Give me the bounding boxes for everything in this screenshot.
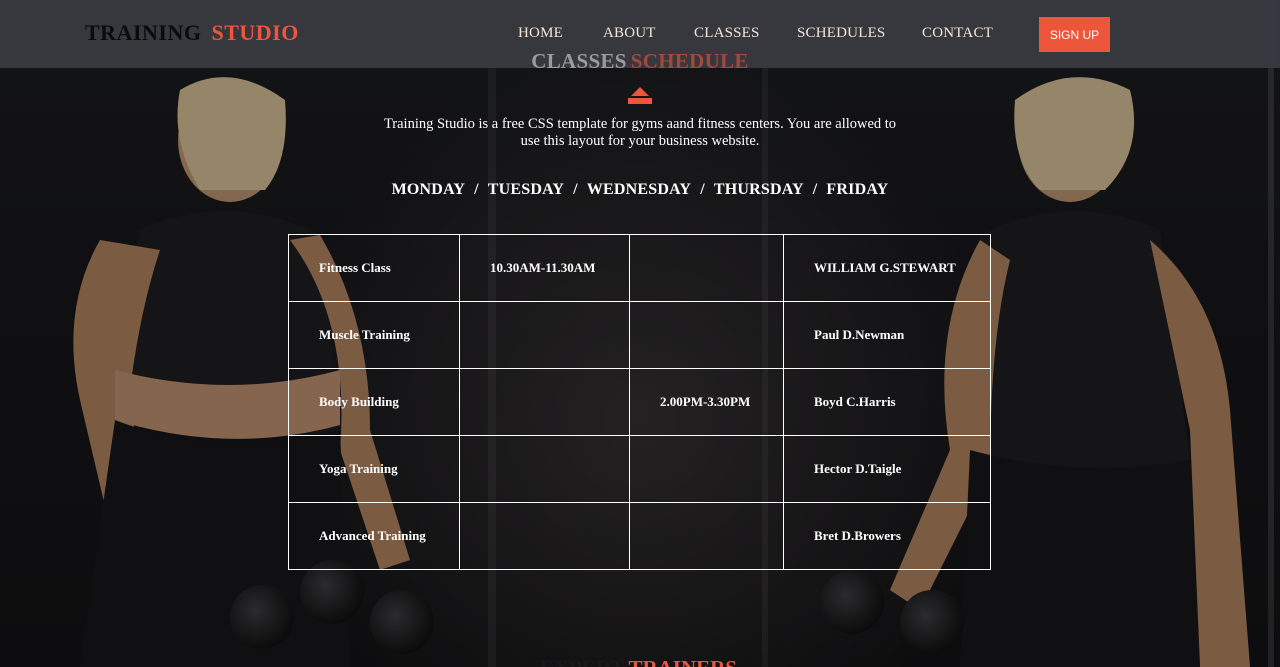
table-row: Yoga Training Hector D.Taigle [288,435,991,503]
nav-link-about[interactable]: ABOUT [603,25,694,42]
tab-tuesday[interactable]: TUESDAY [488,181,564,198]
day-tabs: MONDAY / TUESDAY / WEDNESDAY / THURSDAY / FRIDAY [0,181,1280,199]
section-description: Training Studio is a free CSS template f… [383,116,897,149]
nav-link-contact[interactable]: CONTACT [922,25,993,42]
time-cell [459,435,630,503]
logo-text-studio: STUDIO [211,20,299,45]
class-name-cell: Body Building [288,368,460,436]
day-separator: / [474,181,479,198]
section-title: CLASSES SCHEDULE [0,49,1280,74]
tab-thursday[interactable]: THURSDAY [714,181,804,198]
table-row: Fitness Class 10.30AM-11.30AM WILLIAM G.… [288,234,991,302]
time-cell: 10.30AM-11.30AM [459,234,630,302]
section-title-part1: CLASSES [531,49,627,73]
time-cell: 2.00PM-3.30PM [629,368,784,436]
logo-text-training: TRAINING [85,20,202,45]
time-cell [459,502,630,570]
class-name-cell: Muscle Training [288,301,460,369]
schedule-table: Fitness Class 10.30AM-11.30AM WILLIAM G.… [288,234,991,570]
trainer-cell: Boyd C.Harris [783,368,991,436]
time-cell [459,301,630,369]
day-separator: / [700,181,705,198]
class-name-cell: Advanced Training [288,502,460,570]
table-row: Muscle Training Paul D.Newman [288,301,991,369]
trainer-cell: WILLIAM G.STEWART [783,234,991,302]
dumbbell-icon [628,87,652,104]
section-title-part2: SCHEDULE [630,49,749,73]
sign-up-button[interactable]: SIGN UP [1039,17,1110,52]
main-nav: HOME ABOUT CLASSES SCHEDULES CONTACT [518,25,993,42]
trainer-cell: Bret D.Browers [783,502,991,570]
nav-link-classes[interactable]: CLASSES [694,25,797,42]
day-separator: / [573,181,578,198]
class-name-cell: Yoga Training [288,435,460,503]
time-cell [459,368,630,436]
trainer-cell: Hector D.Taigle [783,435,991,503]
next-section-title: EXPERT TRAINERS [540,656,737,667]
nav-link-schedules[interactable]: SCHEDULES [797,25,922,42]
time-cell [629,435,784,503]
day-separator: / [812,181,818,198]
trainer-cell: Paul D.Newman [783,301,991,369]
nav-link-home[interactable]: HOME [518,25,603,42]
table-row: Body Building 2.00PM-3.30PM Boyd C.Harri… [288,368,991,436]
time-cell [629,502,784,570]
time-cell [629,301,784,369]
site-logo[interactable]: TRAINING STUDIO [85,20,299,46]
table-row: Advanced Training Bret D.Browers [288,502,991,570]
time-cell [629,234,784,302]
class-name-cell: Fitness Class [288,234,460,302]
next-section-title-part2: TRAINERS [628,656,737,667]
tab-monday[interactable]: MONDAY [392,181,466,198]
tab-wednesday[interactable]: WEDNESDAY [587,181,691,198]
next-section-title-part1: EXPERT [540,656,624,667]
tab-friday[interactable]: FRIDAY [826,181,888,198]
